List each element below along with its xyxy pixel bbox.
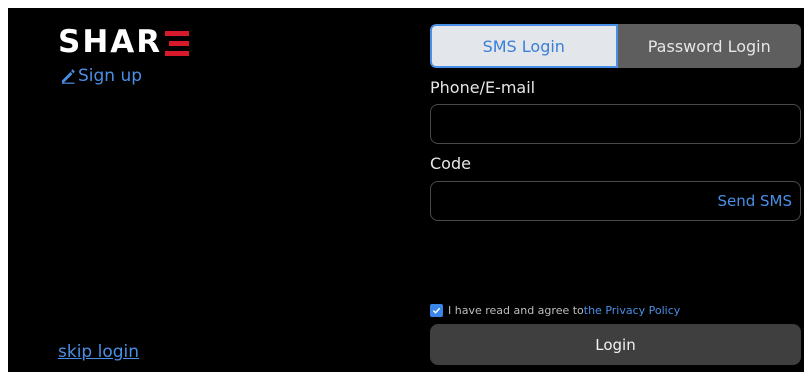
agreement-row: I have read and agree to the Privacy Pol… [430, 304, 680, 317]
code-input[interactable] [431, 192, 718, 210]
tab-sms-login[interactable]: SMS Login [430, 24, 618, 68]
code-label: Code [430, 154, 471, 173]
login-tabs: SMS Login Password Login [430, 24, 801, 68]
logo-text: SHAR [58, 24, 163, 60]
edit-pencil-icon [62, 69, 75, 84]
share-logo: SHAR [58, 24, 190, 60]
sign-up-link[interactable]: Sign up [60, 66, 142, 86]
tab-password-login[interactable]: Password Login [617, 24, 801, 68]
sign-up-label: Sign up [78, 66, 143, 86]
logo-e-mark [165, 30, 190, 56]
agree-text: I have read and agree to [448, 304, 584, 317]
phone-label: Phone/E-mail [430, 78, 536, 97]
checkmark-icon [432, 307, 441, 314]
code-field[interactable]: Send SMS [430, 181, 801, 221]
privacy-policy-link[interactable]: the Privacy Policy [584, 304, 681, 317]
login-button[interactable]: Login [430, 324, 801, 365]
send-sms-button[interactable]: Send SMS [717, 192, 800, 210]
login-screen: SHAR Sign up skip login SMS Login Passwo… [8, 8, 804, 372]
agree-checkbox[interactable] [430, 304, 443, 317]
phone-input[interactable] [431, 115, 800, 133]
phone-field[interactable] [430, 104, 801, 144]
skip-login-link[interactable]: skip login [58, 342, 139, 362]
